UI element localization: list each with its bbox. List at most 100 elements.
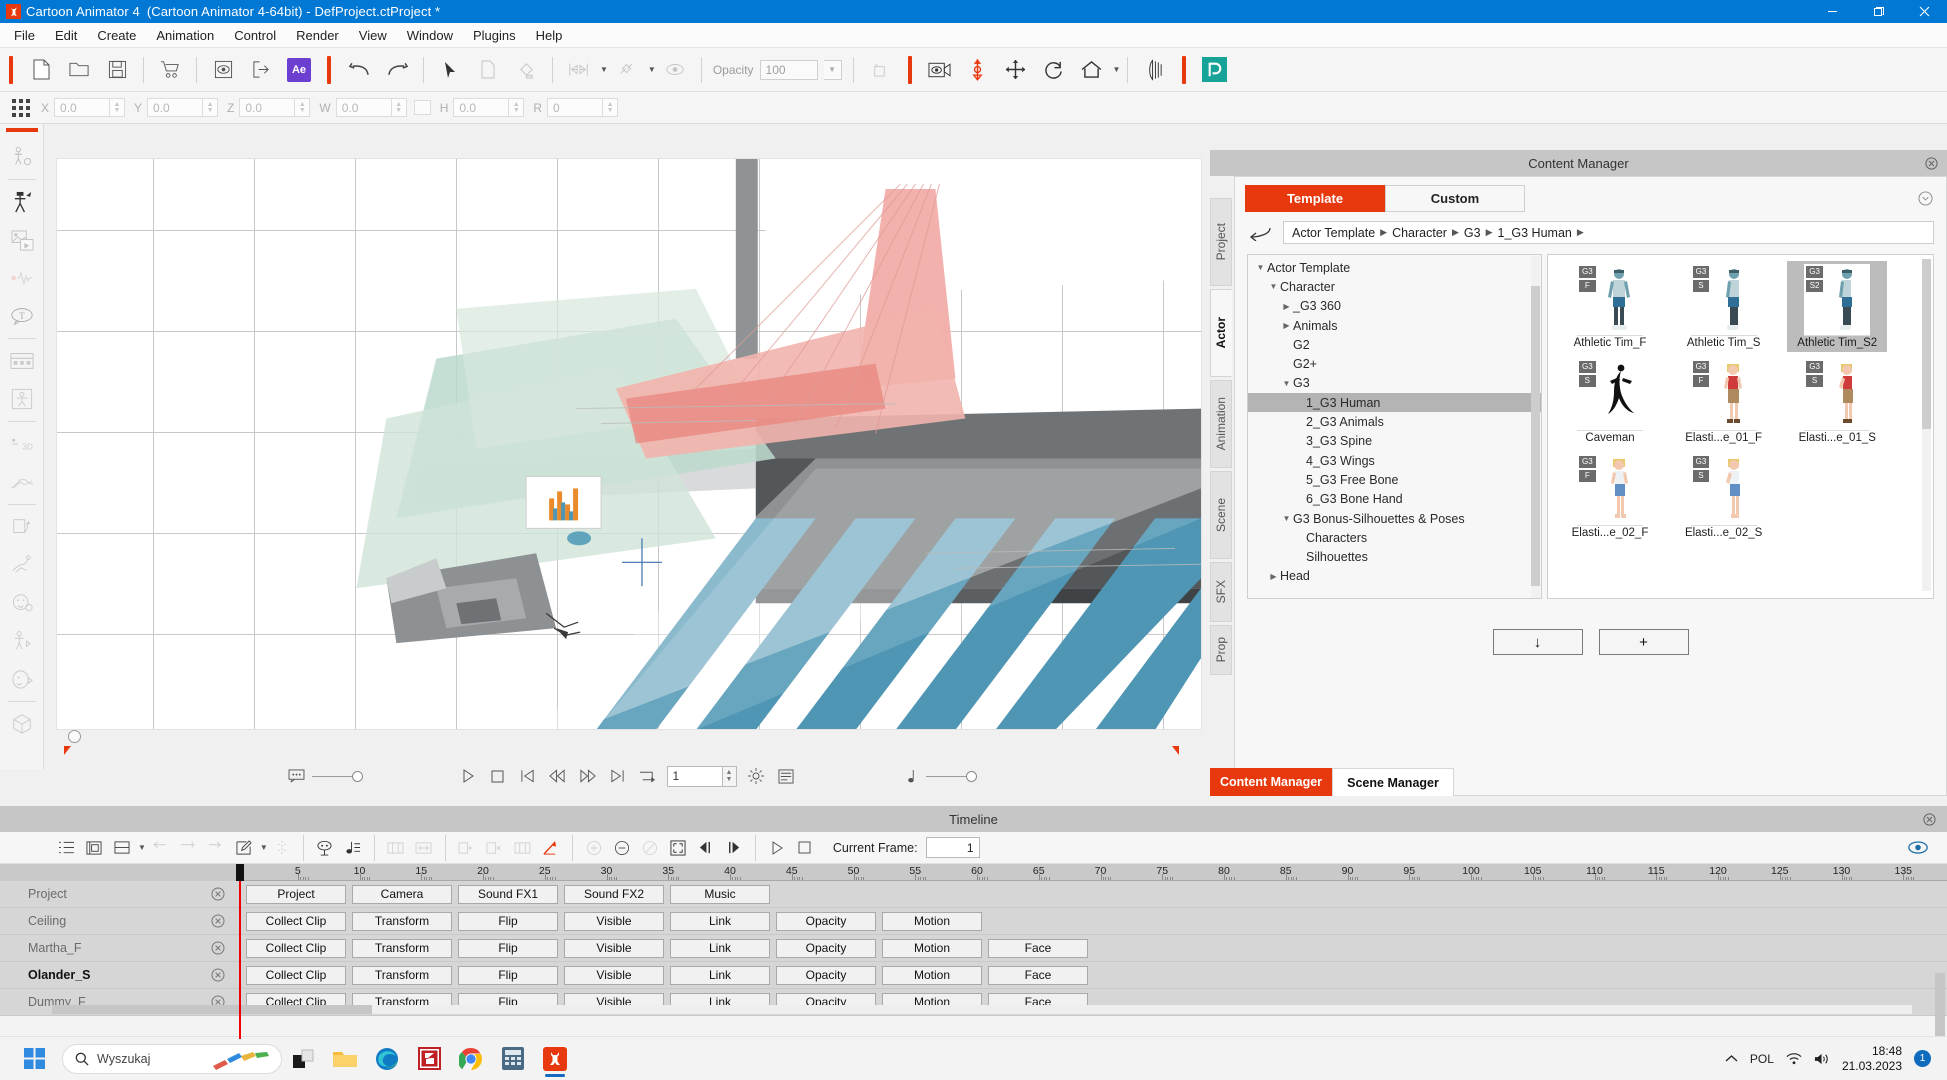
twisty-right-icon[interactable]: ▶	[1280, 321, 1293, 330]
spinner-h[interactable]: ▲ ▼	[509, 98, 525, 117]
timeline-stop-icon[interactable]	[791, 835, 819, 861]
clip-button[interactable]: Link	[670, 911, 770, 931]
input-z[interactable]: 0.0	[239, 98, 296, 117]
collect-clip-icon[interactable]	[80, 835, 108, 861]
breadcrumb-segment-2[interactable]: G3	[1464, 226, 1481, 240]
sprite-sheet-icon[interactable]	[0, 342, 44, 380]
menu-plugins[interactable]: Plugins	[463, 25, 526, 46]
transform-field-r[interactable]: R 0 ▲ ▼	[533, 98, 619, 117]
input-y[interactable]: 0.0	[147, 98, 204, 117]
fill-color-icon[interactable]	[507, 50, 545, 90]
audio-slider-group[interactable]	[896, 763, 977, 789]
tree-node-5-g3-free-bone[interactable]: 5_G3 Free Bone	[1248, 470, 1541, 489]
chrome-icon[interactable]	[450, 1039, 492, 1079]
breadcrumb-segment-1[interactable]: Character	[1392, 226, 1447, 240]
spinner-z[interactable]: ▲ ▼	[295, 98, 311, 117]
subtitle-icon[interactable]	[282, 763, 312, 789]
menu-view[interactable]: View	[349, 25, 397, 46]
clip-button[interactable]: Collect Clip	[246, 911, 346, 931]
range-start-icon[interactable]	[692, 835, 720, 861]
twisty-down-icon[interactable]: ▼	[1280, 379, 1293, 388]
filezilla-icon[interactable]	[408, 1039, 450, 1079]
track-layout-icon[interactable]	[108, 835, 136, 861]
tree-node-1-g3-human[interactable]: 1_G3 Human	[1248, 393, 1541, 413]
current-frame-field[interactable]: 1 ▲ ▼	[666, 765, 737, 787]
breadcrumb-segment-0[interactable]: Actor Template	[1292, 226, 1375, 240]
duplicate-track-icon[interactable]	[509, 835, 537, 861]
tree-node-4-g3-wings[interactable]: 4_G3 Wings	[1248, 451, 1541, 470]
clip-button[interactable]: Camera	[352, 884, 452, 904]
asset-item[interactable]: G3 S Athletic Tim_S	[1674, 261, 1774, 352]
opacity-dropdown-chevron-down-icon[interactable]: ▼	[823, 59, 842, 80]
hand-gesture-icon[interactable]	[0, 546, 44, 584]
clip-button[interactable]: Link	[670, 965, 770, 985]
range-end-icon[interactable]	[720, 835, 748, 861]
clip-button[interactable]: Project	[246, 884, 346, 904]
clip-button[interactable]: Opacity	[776, 938, 876, 958]
go-to-start-button[interactable]	[513, 763, 543, 789]
prop-cube-icon[interactable]	[0, 705, 44, 743]
head-profile-icon[interactable]	[0, 660, 44, 698]
transform-field-x[interactable]: X 0.0 ▲ ▼	[41, 98, 126, 117]
content-manager-close-icon[interactable]	[1923, 155, 1939, 171]
menu-edit[interactable]: Edit	[45, 25, 87, 46]
twisty-right-icon[interactable]: ▶	[1267, 572, 1280, 581]
facial-key-icon[interactable]	[311, 835, 339, 861]
new-project-icon[interactable]	[22, 50, 60, 90]
marketplace-cart-icon[interactable]	[151, 50, 189, 90]
clip-button[interactable]: Transform	[352, 965, 452, 985]
table-row[interactable]: Martha_F Collect Clip Transform Flip Vis…	[0, 935, 1947, 962]
menu-animation[interactable]: Animation	[146, 25, 224, 46]
tray-expand-chevron-up-icon[interactable]	[1725, 1054, 1738, 1063]
asset-thumbnail-grid[interactable]: G3 F Athletic Tim_F G3 S Athletic Tim_S …	[1547, 254, 1934, 599]
clip-button[interactable]: Opacity	[776, 911, 876, 931]
audio-key-icon[interactable]	[339, 835, 367, 861]
zoom-reset-icon[interactable]	[636, 835, 664, 861]
home-view-icon[interactable]	[1073, 50, 1111, 90]
clip-button[interactable]: Collect Clip	[246, 938, 346, 958]
sidebar-item-sfx[interactable]: SFX	[1210, 562, 1232, 622]
clip-button[interactable]: Motion	[882, 965, 982, 985]
export-icon[interactable]	[242, 50, 280, 90]
clip-button[interactable]: Transform	[352, 938, 452, 958]
viewport-scrollbar[interactable]	[56, 730, 1202, 744]
sidebar-item-scene[interactable]: Scene	[1210, 471, 1232, 559]
tab-content-manager[interactable]: Content Manager	[1210, 768, 1332, 796]
undo-icon[interactable]	[340, 50, 378, 90]
asset-item[interactable]: G3 F Athletic Tim_F	[1560, 261, 1660, 352]
menu-help[interactable]: Help	[526, 25, 573, 46]
rotate-tool-icon[interactable]	[1035, 50, 1073, 90]
grid-scrollbar[interactable]	[1922, 259, 1931, 591]
zoom-in-icon[interactable]	[580, 835, 608, 861]
tree-node-g3-360[interactable]: ▶ _G3 360	[1248, 297, 1541, 316]
clip-button[interactable]: Flip	[458, 965, 558, 985]
duplicate-icon[interactable]	[469, 50, 507, 90]
table-row[interactable]: Ceiling Collect Clip Transform Flip Visi…	[0, 908, 1947, 935]
input-w[interactable]: 0.0	[335, 98, 392, 117]
start-button-icon[interactable]	[16, 1041, 52, 1077]
current-frame-spinner[interactable]: ▲ ▼	[722, 765, 737, 787]
edit-clip-icon[interactable]	[230, 835, 258, 861]
aspect-ratio-lock-icon[interactable]	[413, 100, 431, 115]
timeline-play-icon[interactable]	[763, 835, 791, 861]
sidebar-item-actor[interactable]: Actor	[1210, 289, 1232, 377]
tree-node-g3[interactable]: ▼ G3	[1248, 374, 1541, 393]
clip-button[interactable]: Flip	[458, 911, 558, 931]
asset-item[interactable]: G3 F El	[1560, 451, 1660, 542]
transform-field-w[interactable]: W 0.0 ▲ ▼	[319, 98, 407, 117]
insert-frames-icon[interactable]	[382, 835, 410, 861]
timeline-horizontal-scrollbar[interactable]	[52, 1005, 1912, 1014]
minimize-button[interactable]	[1809, 0, 1855, 23]
sprite-flip-icon[interactable]	[0, 508, 44, 546]
layer-depth-icon[interactable]	[1135, 50, 1173, 90]
twisty-down-icon[interactable]: ▼	[1280, 514, 1293, 523]
timeline-ruler[interactable]: 5 10 15 20 25 30 35 40 45 50 55 60 65 70 75 80 85 90 95 100…	[236, 864, 1947, 881]
cartoon-animator-icon[interactable]	[534, 1039, 576, 1079]
clip-button[interactable]: Opacity	[776, 965, 876, 985]
redo-icon[interactable]	[378, 50, 416, 90]
tree-node-actor-template[interactable]: ▼ Actor Template	[1248, 258, 1541, 277]
spinner-r[interactable]: ▲ ▼	[603, 98, 619, 117]
timeline-hscroll-thumb[interactable]	[52, 1005, 372, 1014]
tree-node-6-g3-bone-hand[interactable]: 6_G3 Bone Hand	[1248, 490, 1541, 509]
face-puppet-icon[interactable]	[0, 584, 44, 622]
